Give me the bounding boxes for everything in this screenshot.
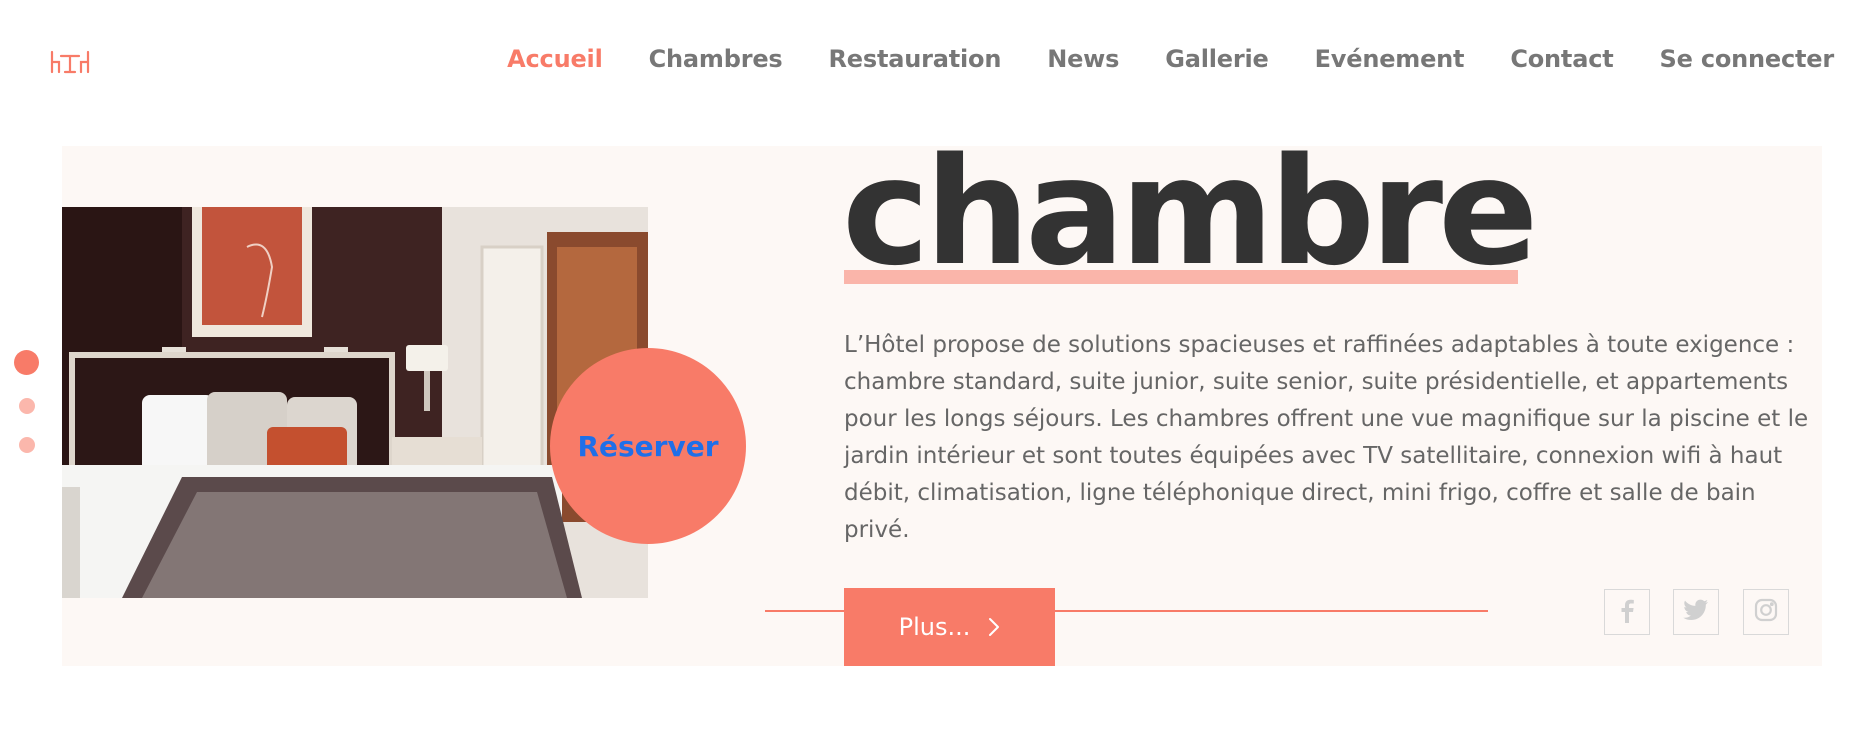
nav-item-news[interactable]: News (1047, 45, 1119, 73)
nav-item-accueil[interactable]: Accueil (507, 45, 603, 73)
facebook-button[interactable] (1604, 589, 1650, 635)
instagram-button[interactable] (1743, 589, 1789, 635)
hero-title: chambre (842, 126, 1538, 298)
facebook-icon (1616, 597, 1638, 627)
more-button-label: Plus... (898, 613, 971, 641)
slider-dot-2[interactable] (19, 398, 35, 414)
slider-dot-3[interactable] (19, 437, 35, 453)
nav-item-evenement[interactable]: Evénement (1315, 45, 1465, 73)
nav-item-chambres[interactable]: Chambres (649, 45, 783, 73)
twitter-icon (1683, 599, 1709, 625)
instagram-icon (1754, 598, 1778, 626)
slider-dot-1[interactable] (14, 350, 39, 375)
nav-item-se-connecter[interactable]: Se connecter (1660, 45, 1835, 73)
decorative-line-left (765, 610, 845, 612)
nav-item-contact[interactable]: Contact (1510, 45, 1613, 73)
hero-description: L’Hôtel propose de solutions spacieuses … (844, 332, 1809, 543)
hotel-logo[interactable] (49, 48, 91, 78)
decorative-line-right (1054, 610, 1488, 612)
chevron-right-icon (988, 617, 1000, 637)
twitter-button[interactable] (1673, 589, 1719, 635)
more-button[interactable]: Plus... (844, 588, 1055, 666)
nav-item-gallerie[interactable]: Gallerie (1165, 45, 1269, 73)
main-nav: Accueil Chambres Restauration News Galle… (461, 45, 1834, 73)
reserve-button[interactable]: Réserver (550, 348, 746, 544)
nav-item-restauration[interactable]: Restauration (829, 45, 1002, 73)
